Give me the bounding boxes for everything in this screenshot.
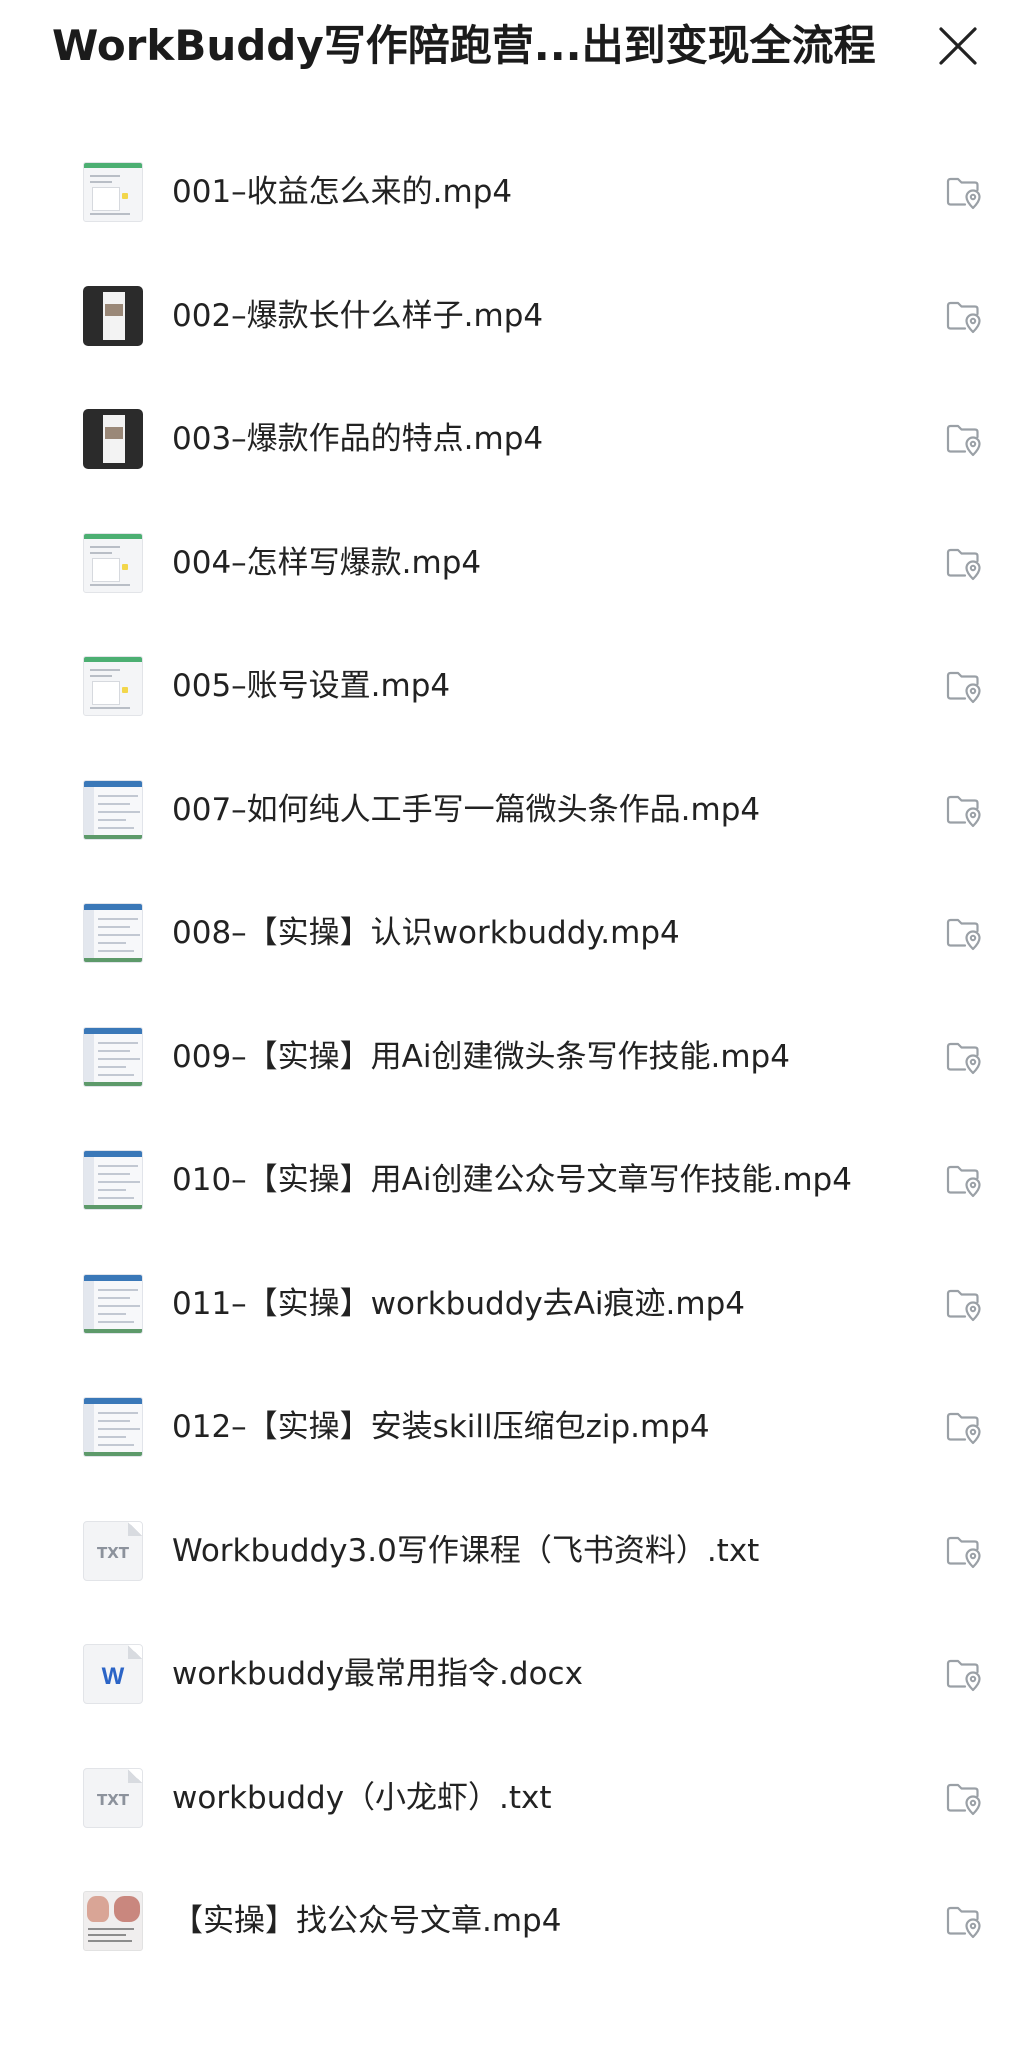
- video-thumbnail: [83, 1397, 143, 1457]
- video-thumbnail: [83, 1891, 143, 1951]
- video-thumbnail: [83, 285, 143, 346]
- folder-location-icon: [946, 177, 981, 210]
- file-row[interactable]: Wworkbuddy最常用指令.docx: [0, 1612, 1036, 1736]
- video-thumbnail: [83, 656, 143, 716]
- folder-location-icon: [946, 1042, 981, 1074]
- close-icon: [939, 27, 977, 65]
- folder-location-icon: [946, 1165, 981, 1198]
- video-thumbnail: [83, 532, 143, 593]
- txt-file-icon: TXT: [83, 1520, 143, 1581]
- header: WorkBuddy写作陪跑营...出到变现全流程: [0, 0, 1036, 92]
- txt-file-icon: TXT: [83, 1767, 143, 1828]
- file-name: 【实操】找公众号文章.mp4: [172, 1903, 562, 1939]
- file-row[interactable]: 007–如何纯人工手写一篇微头条作品.mp4: [0, 748, 1036, 872]
- video-thumbnail: [83, 409, 143, 469]
- file-name: 002–爆款长什么样子.mp4: [172, 297, 544, 334]
- folder-location-icon: [946, 1783, 981, 1815]
- file-type-label: TXT: [96, 1790, 130, 1809]
- file-row[interactable]: TXT workbuddy（小龙虾）.txt: [0, 1736, 1036, 1860]
- file-name: 011–【实操】workbuddy去Ai痕迹.mp4: [172, 1285, 745, 1322]
- folder-location-icon: [946, 424, 981, 457]
- file-row[interactable]: 012–【实操】安装skill压缩包zip.mp4: [0, 1365, 1036, 1489]
- file-row[interactable]: 005–账号设置.mp4: [0, 624, 1036, 748]
- locate-in-folder-button[interactable]: [944, 1407, 984, 1447]
- word-file-icon: W: [83, 1644, 143, 1704]
- folder-location-icon: [946, 1289, 981, 1321]
- file-name: 010–【实操】用Ai创建公众号文章写作技能.mp4: [172, 1162, 852, 1198]
- locate-in-folder-button[interactable]: [944, 543, 984, 583]
- folder-location-icon: [946, 918, 981, 951]
- file-name: workbuddy最常用指令.docx: [172, 1656, 583, 1692]
- folder-location-icon: [946, 548, 981, 580]
- file-name: 008–【实操】认识workbuddy.mp4: [172, 915, 680, 951]
- file-row[interactable]: 003–爆款作品的特点.mp4: [0, 377, 1036, 501]
- file-row[interactable]: 009–【实操】用Ai创建微头条写作技能.mp4: [0, 995, 1036, 1119]
- video-thumbnail: [83, 1150, 143, 1210]
- file-name: 012–【实操】安装skill压缩包zip.mp4: [172, 1409, 710, 1445]
- file-row[interactable]: 004–怎样写爆款.mp4: [0, 501, 1036, 625]
- locate-in-folder-button[interactable]: [944, 296, 984, 336]
- file-name: 009–【实操】用Ai创建微头条写作技能.mp4: [172, 1038, 790, 1075]
- locate-in-folder-button[interactable]: [944, 1901, 984, 1941]
- locate-in-folder-button[interactable]: [944, 1284, 984, 1324]
- video-thumbnail: [83, 903, 143, 963]
- locate-in-folder-button[interactable]: [944, 913, 984, 953]
- folder-location-icon: [946, 671, 981, 704]
- folder-location-icon: [946, 795, 981, 827]
- locate-in-folder-button[interactable]: [944, 172, 984, 212]
- file-row[interactable]: 008–【实操】认识workbuddy.mp4: [0, 871, 1036, 995]
- file-row[interactable]: 001–收益怎么来的.mp4: [0, 130, 1036, 254]
- file-row[interactable]: 011–【实操】workbuddy去Ai痕迹.mp4: [0, 1242, 1036, 1366]
- video-thumbnail: [83, 162, 143, 222]
- file-name: 001–收益怎么来的.mp4: [172, 174, 513, 210]
- locate-in-folder-button[interactable]: [944, 790, 984, 830]
- file-name: workbuddy（小龙虾）.txt: [172, 1779, 552, 1816]
- locate-in-folder-button[interactable]: [944, 419, 984, 459]
- file-name: 007–如何纯人工手写一篇微头条作品.mp4: [172, 791, 761, 828]
- file-name: 004–怎样写爆款.mp4: [172, 544, 482, 581]
- file-name: 005–账号设置.mp4: [172, 668, 451, 704]
- video-thumbnail: [83, 779, 143, 840]
- locate-in-folder-button[interactable]: [944, 1531, 984, 1571]
- file-row[interactable]: 【实操】找公众号文章.mp4: [0, 1859, 1036, 1983]
- locate-in-folder-button[interactable]: [944, 1654, 984, 1694]
- page-title: WorkBuddy写作陪跑营...出到变现全流程: [52, 21, 876, 70]
- folder-location-icon: [946, 301, 981, 333]
- file-row[interactable]: 002–爆款长什么样子.mp4: [0, 254, 1036, 378]
- file-type-label: W: [101, 1663, 125, 1690]
- locate-in-folder-button[interactable]: [944, 666, 984, 706]
- file-list: 001–收益怎么来的.mp4 002–爆款长什么样子.mp4 003–爆款作品的特点…: [0, 130, 1036, 1983]
- folder-location-icon: [946, 1412, 981, 1445]
- locate-in-folder-button[interactable]: [944, 1778, 984, 1818]
- file-name: 003–爆款作品的特点.mp4: [172, 421, 544, 457]
- file-row[interactable]: TXT Workbuddy3.0写作课程（飞书资料）.txt: [0, 1489, 1036, 1613]
- folder-location-icon: [946, 1906, 981, 1939]
- locate-in-folder-button[interactable]: [944, 1160, 984, 1200]
- file-type-label: TXT: [96, 1543, 130, 1562]
- close-button[interactable]: [930, 18, 986, 74]
- folder-location-icon: [946, 1659, 981, 1692]
- locate-in-folder-button[interactable]: [944, 1037, 984, 1077]
- folder-location-icon: [946, 1536, 981, 1568]
- file-name: Workbuddy3.0写作课程（飞书资料）.txt: [172, 1532, 760, 1569]
- file-row[interactable]: 010–【实操】用Ai创建公众号文章写作技能.mp4: [0, 1118, 1036, 1242]
- video-thumbnail: [83, 1273, 143, 1334]
- video-thumbnail: [83, 1026, 143, 1087]
